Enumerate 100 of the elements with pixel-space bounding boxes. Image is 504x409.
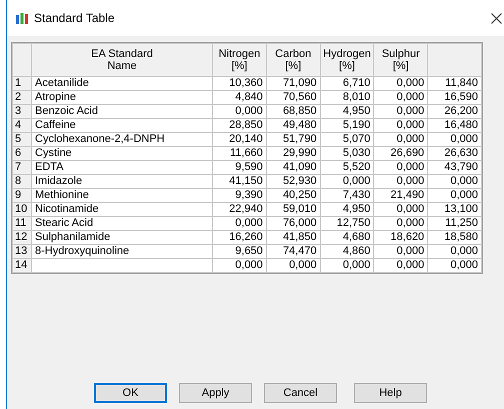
- dialog-button[interactable]: OK: [94, 383, 167, 403]
- table-cell[interactable]: 16,590: [428, 90, 482, 104]
- table-cell[interactable]: 8,010: [320, 90, 374, 104]
- table-cell[interactable]: 51,790: [266, 132, 320, 146]
- table-cell[interactable]: 0,000: [374, 132, 428, 146]
- table-cell[interactable]: 0,000: [374, 216, 428, 230]
- table-cell[interactable]: 29,990: [266, 146, 320, 160]
- table-cell[interactable]: 0,000: [320, 258, 374, 272]
- table-cell[interactable]: 71,090: [266, 76, 320, 90]
- row-number: 6: [12, 146, 32, 160]
- table-cell[interactable]: 5,520: [320, 160, 374, 174]
- table-cell[interactable]: 0,000: [428, 244, 482, 258]
- table-cell[interactable]: 0,000: [212, 104, 266, 118]
- table-cell[interactable]: 0,000: [212, 216, 266, 230]
- table-cell[interactable]: 26,690: [374, 146, 428, 160]
- table-cell[interactable]: 5,070: [320, 132, 374, 146]
- column-header[interactable]: Carbon [%]: [266, 44, 320, 76]
- table-cell[interactable]: 9,650: [212, 244, 266, 258]
- table-cell[interactable]: Benzoic Acid: [32, 104, 212, 118]
- table-cell[interactable]: 26,200: [428, 104, 482, 118]
- table-cell[interactable]: 11,250: [428, 216, 482, 230]
- table-cell[interactable]: 11,840: [428, 76, 482, 90]
- column-header[interactable]: Sulphur [%]: [374, 44, 428, 76]
- table-cell[interactable]: 18,620: [374, 230, 428, 244]
- table-cell[interactable]: 18,580: [428, 230, 482, 244]
- table-cell[interactable]: Imidazole: [32, 174, 212, 188]
- dialog-button[interactable]: Help: [354, 383, 427, 403]
- row-number: 2: [12, 90, 32, 104]
- table-cell[interactable]: 6,710: [320, 76, 374, 90]
- table-cell[interactable]: 76,000: [266, 216, 320, 230]
- table-cell[interactable]: 40,250: [266, 188, 320, 202]
- table-cell[interactable]: 9,390: [212, 188, 266, 202]
- dialog-button[interactable]: Cancel: [264, 383, 337, 403]
- table-cell[interactable]: Nicotinamide: [32, 202, 212, 216]
- table-cell[interactable]: 9,590: [212, 160, 266, 174]
- table-cell[interactable]: Cystine: [32, 146, 212, 160]
- table-cell[interactable]: Methionine: [32, 188, 212, 202]
- table-cell[interactable]: 5,190: [320, 118, 374, 132]
- dialog-button[interactable]: Apply: [179, 383, 252, 403]
- table-cell[interactable]: 0,000: [374, 258, 428, 272]
- table-cell[interactable]: 0,000: [374, 244, 428, 258]
- table-cell[interactable]: Acetanilide: [32, 76, 212, 90]
- table-cell[interactable]: 41,150: [212, 174, 266, 188]
- row-number: 11: [12, 216, 32, 230]
- table-cell[interactable]: 0,000: [212, 258, 266, 272]
- table-cell[interactable]: 0,000: [374, 202, 428, 216]
- table-cell[interactable]: 0,000: [428, 258, 482, 272]
- table-cell[interactable]: 13,100: [428, 202, 482, 216]
- table-cell[interactable]: 7,430: [320, 188, 374, 202]
- table-cell[interactable]: 22,940: [212, 202, 266, 216]
- table-cell[interactable]: Stearic Acid: [32, 216, 212, 230]
- table-cell[interactable]: 0,000: [428, 188, 482, 202]
- table-cell[interactable]: 70,560: [266, 90, 320, 104]
- table-cell[interactable]: 11,660: [212, 146, 266, 160]
- table-cell[interactable]: 26,630: [428, 146, 482, 160]
- table-cell[interactable]: 21,490: [374, 188, 428, 202]
- bar-chart-icon: [16, 12, 28, 24]
- table-cell[interactable]: 20,140: [212, 132, 266, 146]
- table-cell[interactable]: 52,930: [266, 174, 320, 188]
- table-cell[interactable]: 16,480: [428, 118, 482, 132]
- table-cell[interactable]: [32, 258, 212, 272]
- row-number: 13: [12, 244, 32, 258]
- table-cell[interactable]: 0,000: [374, 104, 428, 118]
- table-cell[interactable]: 28,850: [212, 118, 266, 132]
- table-cell[interactable]: 4,680: [320, 230, 374, 244]
- table-cell[interactable]: 0,000: [266, 258, 320, 272]
- table-cell[interactable]: 0,000: [374, 76, 428, 90]
- table-cell[interactable]: 68,850: [266, 104, 320, 118]
- column-header[interactable]: Hydrogen [%]: [320, 44, 374, 76]
- table-cell[interactable]: 74,470: [266, 244, 320, 258]
- table-cell[interactable]: Atropine: [32, 90, 212, 104]
- table-cell[interactable]: 5,030: [320, 146, 374, 160]
- table-cell[interactable]: 0,000: [374, 160, 428, 174]
- table-cell[interactable]: 4,840: [212, 90, 266, 104]
- table-cell[interactable]: 10,360: [212, 76, 266, 90]
- table-cell[interactable]: Sulphanilamide: [32, 230, 212, 244]
- table-cell[interactable]: 16,260: [212, 230, 266, 244]
- table-cell[interactable]: 43,790: [428, 160, 482, 174]
- header-cell: [12, 44, 32, 76]
- table-cell[interactable]: Cyclohexanone-2,4-DNPH: [32, 132, 212, 146]
- table-cell[interactable]: 0,000: [428, 174, 482, 188]
- table-cell[interactable]: 0,000: [374, 90, 428, 104]
- table-cell[interactable]: 0,000: [374, 174, 428, 188]
- table-cell[interactable]: 59,010: [266, 202, 320, 216]
- table-cell[interactable]: 41,850: [266, 230, 320, 244]
- table-cell[interactable]: 4,950: [320, 104, 374, 118]
- table-cell[interactable]: 4,950: [320, 202, 374, 216]
- table-cell[interactable]: 12,750: [320, 216, 374, 230]
- table-cell[interactable]: EDTA: [32, 160, 212, 174]
- table-cell[interactable]: Caffeine: [32, 118, 212, 132]
- table-cell[interactable]: 41,090: [266, 160, 320, 174]
- table-cell[interactable]: 49,480: [266, 118, 320, 132]
- table-cell[interactable]: 0,000: [428, 132, 482, 146]
- table-cell[interactable]: 8-Hydroxyquinoline: [32, 244, 212, 258]
- column-header[interactable]: EA Standard Name: [32, 44, 212, 76]
- close-icon[interactable]: [491, 12, 502, 24]
- table-cell[interactable]: 0,000: [320, 174, 374, 188]
- table-cell[interactable]: 0,000: [374, 118, 428, 132]
- column-header[interactable]: Nitrogen [%]: [212, 44, 266, 76]
- table-cell[interactable]: 4,860: [320, 244, 374, 258]
